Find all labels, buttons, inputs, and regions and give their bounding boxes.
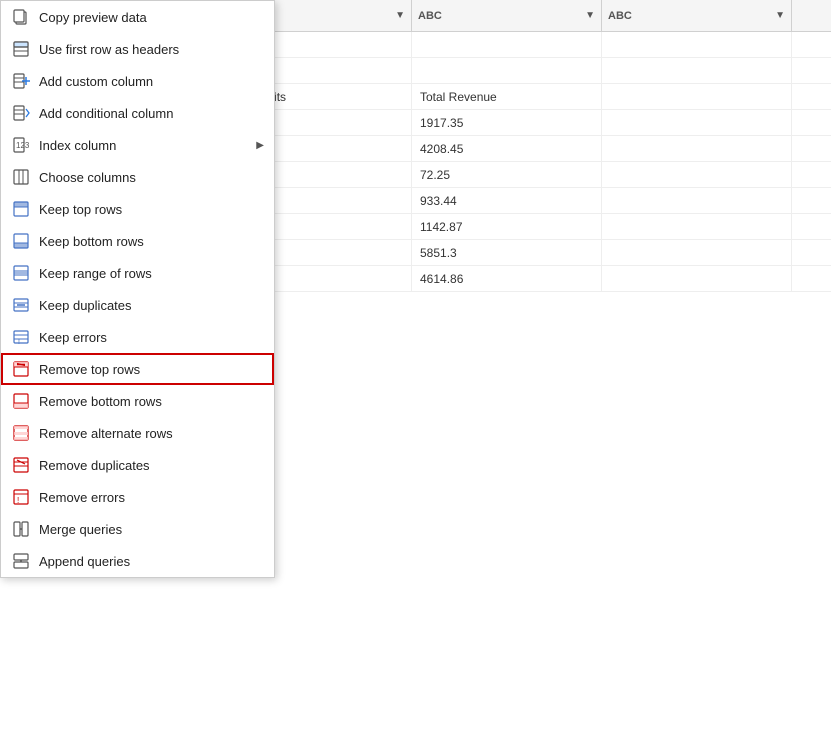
context-menu: Copy preview data Use first row as header… (0, 0, 275, 578)
menu-icon-conditionalcol (11, 103, 31, 123)
col-type-icon-4: ABC (608, 10, 632, 22)
menu-label-merge-queries: Merge queries (39, 522, 264, 537)
menu-icon-firstrow (11, 39, 31, 59)
menu-icon-keepbottom (11, 231, 31, 251)
menu-item-merge-queries[interactable]: Merge queries (1, 513, 274, 545)
table-cell: 933.44 (412, 188, 602, 213)
menu-icon-customcol (11, 71, 31, 91)
menu-item-append-queries[interactable]: Append queries (1, 545, 274, 577)
table-cell: Total Revenue (412, 84, 602, 109)
menu-icon-removedup (11, 455, 31, 475)
menu-label-remove-alternate-rows: Remove alternate rows (39, 426, 264, 441)
menu-item-add-custom-col[interactable]: Add custom column (1, 65, 274, 97)
svg-text:!: ! (17, 496, 19, 505)
menu-item-keep-duplicates[interactable]: Keep duplicates (1, 289, 274, 321)
svg-text:!: ! (18, 339, 20, 346)
table-cell (602, 266, 792, 291)
col-header-3[interactable]: ABC ▼ (412, 0, 602, 31)
menu-label-keep-duplicates: Keep duplicates (39, 298, 264, 313)
table-cell: 72.25 (412, 162, 602, 187)
menu-label-remove-duplicates: Remove duplicates (39, 458, 264, 473)
menu-label-use-first-row: Use first row as headers (39, 42, 264, 57)
menu-label-copy-preview: Copy preview data (39, 10, 264, 25)
table-cell (602, 110, 792, 135)
menu-label-remove-bottom-rows: Remove bottom rows (39, 394, 264, 409)
menu-item-remove-alternate-rows[interactable]: Remove alternate rows (1, 417, 274, 449)
menu-item-copy-preview[interactable]: Copy preview data (1, 1, 274, 33)
menu-item-keep-range-rows[interactable]: Keep range of rows (1, 257, 274, 289)
menu-icon-keepdup (11, 295, 31, 315)
menu-icon-copy (11, 7, 31, 27)
menu-label-remove-top-rows: Remove top rows (39, 362, 264, 377)
menu-icon-removealternate (11, 423, 31, 443)
table-cell (602, 84, 792, 109)
menu-item-choose-columns[interactable]: Choose columns (1, 161, 274, 193)
col-dropdown-4[interactable]: ▼ (775, 10, 785, 21)
menu-icon-index: 123 (11, 135, 31, 155)
menu-item-keep-bottom-rows[interactable]: Keep bottom rows (1, 225, 274, 257)
menu-icon-keeprange (11, 263, 31, 283)
col-dropdown-3[interactable]: ▼ (585, 10, 595, 21)
menu-label-choose-columns: Choose columns (39, 170, 264, 185)
table-cell: 1142.87 (412, 214, 602, 239)
table-cell (412, 32, 602, 57)
menu-icon-removeerr: ! (11, 487, 31, 507)
table-cell: 5851.3 (412, 240, 602, 265)
menu-item-add-conditional-col[interactable]: Add conditional column (1, 97, 274, 129)
col-header-4[interactable]: ABC ▼ (602, 0, 792, 31)
menu-label-keep-bottom-rows: Keep bottom rows (39, 234, 264, 249)
menu-icon-keeptop (11, 199, 31, 219)
menu-icon-removebottom (11, 391, 31, 411)
menu-icon-keeperr: ! (11, 327, 31, 347)
menu-item-remove-errors[interactable]: ! Remove errors (1, 481, 274, 513)
table-cell (602, 58, 792, 83)
menu-label-remove-errors: Remove errors (39, 490, 264, 505)
table-cell (412, 58, 602, 83)
menu-icon-append (11, 551, 31, 571)
table-cell (602, 162, 792, 187)
table-cell (602, 240, 792, 265)
menu-label-add-custom-col: Add custom column (39, 74, 264, 89)
menu-label-append-queries: Append queries (39, 554, 264, 569)
menu-item-keep-top-rows[interactable]: Keep top rows (1, 193, 274, 225)
table-cell: 4614.86 (412, 266, 602, 291)
table-cell: 1917.35 (412, 110, 602, 135)
menu-icon-merge (11, 519, 31, 539)
table-cell (602, 188, 792, 213)
menu-item-index-column[interactable]: 123 Index column ▶ (1, 129, 274, 161)
menu-label-keep-top-rows: Keep top rows (39, 202, 264, 217)
menu-item-remove-bottom-rows[interactable]: Remove bottom rows (1, 385, 274, 417)
menu-label-keep-errors: Keep errors (39, 330, 264, 345)
menu-icon-removetop (11, 359, 31, 379)
table-cell (602, 32, 792, 57)
col-type-icon-3: ABC (418, 10, 442, 22)
table-cell (602, 214, 792, 239)
svg-text:123: 123 (16, 141, 30, 150)
menu-label-add-conditional-col: Add conditional column (39, 106, 264, 121)
col-dropdown-2[interactable]: ▼ (395, 10, 405, 21)
menu-item-remove-top-rows[interactable]: Remove top rows (1, 353, 274, 385)
menu-label-index-column: Index column (39, 138, 248, 153)
table-cell (602, 136, 792, 161)
menu-item-use-first-row[interactable]: Use first row as headers (1, 33, 274, 65)
table-cell: 4208.45 (412, 136, 602, 161)
menu-item-remove-duplicates[interactable]: Remove duplicates (1, 449, 274, 481)
menu-icon-choosecol (11, 167, 31, 187)
menu-item-keep-errors[interactable]: ! Keep errors (1, 321, 274, 353)
menu-label-keep-range-rows: Keep range of rows (39, 266, 264, 281)
menu-arrow-index-column: ▶ (256, 140, 264, 151)
